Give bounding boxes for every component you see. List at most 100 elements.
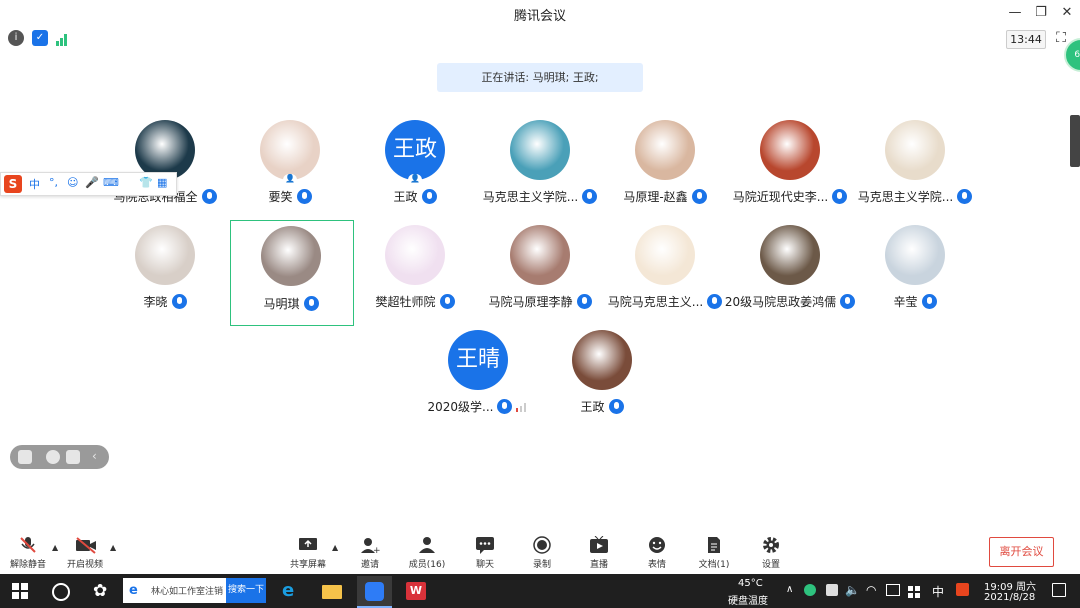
settings-button[interactable]: 设置 (741, 536, 801, 570)
avatar (885, 225, 945, 285)
sogou-logo-icon[interactable]: S (4, 175, 22, 193)
mic-on-icon (957, 189, 973, 204)
participant-tile[interactable]: 王政 👤 王政 (355, 120, 475, 220)
avatar (135, 120, 195, 180)
ie-logo-icon: e (129, 583, 138, 598)
participant-name: 马院近现代史李... (732, 190, 829, 204)
ime-toolbar[interactable]: S 中 °, ☺ 🎤 ⌨ 👕 ▦ (0, 172, 177, 196)
participant-tile[interactable]: 马明琪 (230, 220, 354, 326)
participant-tile[interactable]: 👤 要笑 (230, 120, 350, 220)
participant-name-row: 王政 (345, 188, 485, 205)
disk-temp-value: 45°C (738, 578, 763, 589)
participant-tile[interactable]: 20级马院思政姜鸿儒 (725, 225, 856, 325)
participant-tile[interactable]: 马克思主义学院... (480, 120, 600, 220)
edge-browser-icon[interactable]: e (282, 581, 300, 601)
avatar (760, 120, 820, 180)
ime-toolbox-icon[interactable]: ▦ (157, 176, 167, 189)
participant-name-row: 马明琪 (221, 295, 361, 312)
participant-tile[interactable]: 马院思政相福全 (105, 120, 225, 220)
participant-tile[interactable]: 马院马原理李静 (480, 225, 600, 325)
participant-name: 20级马院思政姜鸿儒 (724, 295, 837, 309)
search-button[interactable]: 搜索一下 (226, 578, 266, 603)
start-video-button[interactable]: 开启视频 (55, 536, 115, 570)
participant-name: 马明琪 (263, 297, 300, 311)
ime-skin-icon[interactable]: 👕 (139, 176, 153, 189)
volume-icon[interactable]: 🔈 (845, 583, 860, 597)
security-shield-icon[interactable]: ✓ (32, 30, 48, 46)
mic-on-icon (303, 296, 319, 311)
tray-app-icon[interactable] (826, 584, 838, 596)
signal-icon[interactable] (55, 31, 69, 46)
smile-icon (647, 536, 667, 554)
close-button[interactable]: ✕ (1057, 3, 1077, 23)
participant-tile[interactable]: 辛莹 (855, 225, 975, 325)
meeting-timer: 13:44 (1006, 30, 1046, 49)
ime-punct-icon[interactable]: °, (49, 176, 58, 189)
members-icon (417, 536, 437, 554)
participant-name-row: 马院近现代史李... (720, 188, 860, 205)
side-panel-handle[interactable] (1070, 115, 1080, 167)
disk-temp-label: 硬盘温度 (728, 596, 768, 607)
participant-tile[interactable]: 樊超牡师院 (355, 225, 475, 325)
ime-lang-toggle[interactable]: 中 (29, 176, 40, 192)
participant-tile[interactable]: 王政 (542, 330, 662, 430)
participant-name-row: 樊超牡师院 (345, 293, 485, 310)
action-center-icon[interactable] (1052, 583, 1066, 597)
app-flower-icon[interactable]: ✿ (93, 581, 113, 601)
participant-tile[interactable]: 马院近现代史李... (730, 120, 850, 220)
video-options-caret[interactable]: ▲ (110, 543, 116, 552)
collapse-chevron-icon[interactable]: ‹ (92, 449, 97, 463)
participant-name-row: 2020级学... (408, 398, 548, 415)
live-button[interactable]: 直播 (569, 535, 629, 570)
ime-keyboard-icon[interactable]: ⌨ (103, 176, 119, 189)
chat-button[interactable]: 聊天 (455, 536, 515, 570)
cortana-icon[interactable] (52, 583, 70, 601)
wps-office-icon[interactable]: W (406, 582, 426, 600)
participant-name: 马院马原理李静 (488, 295, 573, 309)
ime-emoji-icon[interactable]: ☺ (67, 176, 78, 189)
documents-button[interactable]: 文档(1) (684, 536, 744, 570)
participant-tile[interactable]: 马原理-赵鑫 (605, 120, 725, 220)
avatar (385, 225, 445, 285)
share-screen-button[interactable]: 共享屏幕 (278, 536, 338, 570)
ime-indicator[interactable]: 中 (932, 583, 944, 600)
camera-off-icon (75, 536, 96, 554)
participant-name-row: 辛莹 (845, 293, 985, 310)
ime-voice-icon[interactable]: 🎤 (85, 176, 99, 189)
layout-tool-pill: ‹ (10, 445, 109, 469)
taskbar-time: 19:09 周六 (984, 582, 1036, 593)
avatar: 王政 (385, 120, 445, 180)
record-button[interactable]: 录制 (512, 536, 572, 570)
tray-green-icon[interactable] (804, 584, 816, 596)
invite-button[interactable]: + 邀请 (340, 536, 400, 570)
host-badge-icon: 👤 (283, 174, 297, 186)
sogou-tray-icon[interactable] (956, 583, 969, 596)
emoji-icon[interactable] (46, 450, 60, 464)
info-icon[interactable]: i (8, 30, 24, 46)
participant-name-row: 马院马原理李静 (470, 293, 610, 310)
tray-chevron-icon[interactable]: ∧ (786, 584, 793, 595)
file-explorer-icon[interactable] (322, 585, 342, 599)
windows-tray-icon[interactable] (908, 583, 920, 598)
tencent-meeting-taskbar-item[interactable] (357, 576, 392, 608)
notification-chat-icon[interactable] (886, 584, 900, 596)
share-options-caret[interactable]: ▲ (332, 543, 338, 552)
minimize-button[interactable]: — (1005, 3, 1025, 23)
participant-tile[interactable]: 李晓 (105, 225, 225, 325)
members-button[interactable]: 成员(16) (397, 536, 457, 570)
windows-start-icon[interactable] (12, 583, 28, 599)
leave-meeting-button[interactable]: 离开会议 (989, 537, 1054, 567)
participant-name: 李晓 (143, 295, 168, 309)
avatar (510, 120, 570, 180)
wifi-icon[interactable]: ◠ (866, 583, 876, 597)
participant-tile[interactable]: 马院马克思主义... (605, 225, 725, 325)
unmute-button[interactable]: 解除静音 (0, 536, 58, 570)
participant-tile[interactable]: 马克思主义学院... (855, 120, 975, 220)
taskbar-search-box[interactable]: e 林心如工作室注销 搜索一下 (123, 578, 266, 603)
participant-tile[interactable]: 王晴 2020级学... (418, 330, 538, 430)
reactions-button[interactable]: 表情 (627, 536, 687, 570)
chat-bubble-icon[interactable] (66, 450, 80, 464)
restore-button[interactable]: ❐ (1031, 3, 1051, 23)
grid-layout-icon[interactable] (18, 450, 32, 464)
search-text: 林心如工作室注销 (151, 587, 224, 597)
